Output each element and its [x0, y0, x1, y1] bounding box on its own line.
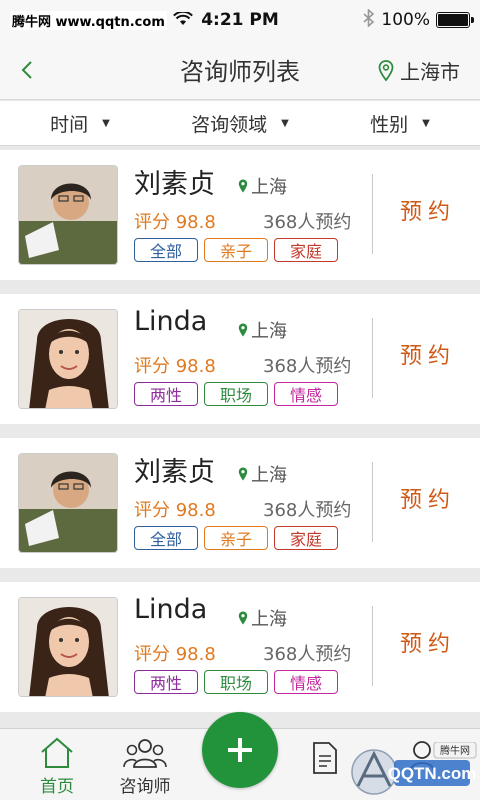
caret-down-icon: ▼ [281, 117, 289, 129]
counselor-card[interactable]: Linda 上海 评分 98.8 368人预约 两性 职场 情感 预约 [0, 294, 480, 424]
booking-count: 368人预约 [263, 356, 352, 377]
status-bar: 腾牛网 www.qqtn.com 4:21 PM 100% [0, 0, 480, 40]
divider [372, 174, 373, 254]
city-selector[interactable]: 上海市 [378, 56, 460, 85]
counselor-card[interactable]: 刘素贞 上海 评分 98.8 368人预约 全部 亲子 家庭 预约 [0, 150, 480, 280]
location-pin-icon [378, 59, 394, 81]
divider [372, 606, 373, 686]
caret-down-icon: ▼ [102, 117, 110, 129]
document-icon[interactable] [312, 741, 338, 779]
avatar [18, 309, 118, 409]
counselor-location: 上海 [238, 605, 287, 631]
tab-label: 首页 [40, 777, 74, 797]
battery-percent: 100% [381, 10, 430, 30]
tag[interactable]: 亲子 [204, 238, 268, 262]
tag[interactable]: 两性 [134, 382, 198, 406]
counselor-location: 上海 [238, 461, 287, 487]
counselor-name: 刘素贞 [134, 169, 215, 200]
avatar [18, 453, 118, 553]
filter-field[interactable]: 咨询领域 ▼ [160, 101, 320, 145]
location-pin-icon [238, 179, 248, 193]
tab-label: 咨询师 [119, 777, 171, 797]
counselor-location: 上海 [238, 173, 287, 199]
booking-count: 368人预约 [263, 644, 352, 665]
group-icon [123, 739, 167, 768]
book-button[interactable]: 预约 [378, 194, 478, 226]
watermark-logo: QQTN.com 腾牛网 [348, 741, 478, 798]
counselor-location: 上海 [238, 317, 287, 343]
location-label: 上海 [251, 609, 287, 630]
rating-score: 评分 98.8 [134, 500, 216, 521]
add-button[interactable] [202, 712, 278, 788]
counselor-name: Linda [134, 594, 208, 625]
counselor-card[interactable]: 刘素贞 上海 评分 98.8 368人预约 全部 亲子 家庭 预约 [0, 438, 480, 568]
book-button[interactable]: 预约 [378, 338, 478, 370]
tag-list: 全部 亲子 家庭 [134, 238, 338, 262]
city-label: 上海市 [400, 60, 460, 84]
filter-bar: 时间 ▼ 咨询领域 ▼ 性别 ▼ [0, 101, 480, 146]
nav-bar: 咨询师列表 上海市 [0, 40, 480, 100]
home-icon [41, 737, 73, 768]
location-label: 上海 [251, 321, 287, 342]
location-pin-icon [238, 467, 248, 481]
avatar [18, 597, 118, 697]
location-pin-icon [238, 611, 248, 625]
avatar [18, 165, 118, 265]
tag[interactable]: 职场 [204, 382, 268, 406]
svg-text:腾牛网: 腾牛网 [440, 744, 470, 757]
counselor-name: Linda [134, 306, 208, 337]
book-button[interactable]: 预约 [378, 482, 478, 514]
wifi-icon [172, 10, 193, 30]
caret-down-icon: ▼ [422, 117, 430, 129]
filter-time[interactable]: 时间 ▼ [0, 101, 160, 145]
tab-counselors[interactable]: 咨询师 [110, 737, 180, 797]
booking-count: 368人预约 [263, 500, 352, 521]
tag[interactable]: 全部 [134, 238, 198, 262]
filter-label: 咨询领域 [191, 113, 268, 136]
tag[interactable]: 家庭 [274, 238, 338, 262]
location-label: 上海 [251, 177, 287, 198]
divider [372, 462, 373, 542]
tag[interactable]: 家庭 [274, 526, 338, 550]
booking-count: 368人预约 [263, 212, 352, 233]
filter-gender[interactable]: 性别 ▼ [320, 101, 480, 145]
tag[interactable]: 亲子 [204, 526, 268, 550]
counselor-name: 刘素贞 [134, 457, 215, 488]
filter-label: 时间 [50, 113, 89, 136]
bluetooth-icon [363, 7, 375, 32]
book-button[interactable]: 预约 [378, 626, 478, 658]
tag[interactable]: 职场 [204, 670, 268, 694]
tag[interactable]: 情感 [274, 670, 338, 694]
tag[interactable]: 全部 [134, 526, 198, 550]
tag-list: 两性 职场 情感 [134, 382, 338, 406]
rating-score: 评分 98.8 [134, 644, 216, 665]
location-label: 上海 [251, 465, 287, 486]
tag-list: 两性 职场 情感 [134, 670, 338, 694]
counselor-card[interactable]: Linda 上海 评分 98.8 368人预约 两性 职场 情感 预约 [0, 582, 480, 712]
svg-text:QQTN.com: QQTN.com [388, 764, 477, 783]
watermark-text: 腾牛网 www.qqtn.com [10, 10, 167, 30]
tag[interactable]: 情感 [274, 382, 338, 406]
filter-label: 性别 [370, 113, 409, 136]
location-pin-icon [238, 323, 248, 337]
battery-level [438, 14, 468, 26]
battery-icon [436, 12, 474, 28]
tag-list: 全部 亲子 家庭 [134, 526, 338, 550]
divider [372, 318, 373, 398]
plus-icon [228, 738, 252, 762]
tab-home[interactable]: 首页 [22, 737, 92, 797]
rating-score: 评分 98.8 [134, 212, 216, 233]
rating-score: 评分 98.8 [134, 356, 216, 377]
tag[interactable]: 两性 [134, 670, 198, 694]
